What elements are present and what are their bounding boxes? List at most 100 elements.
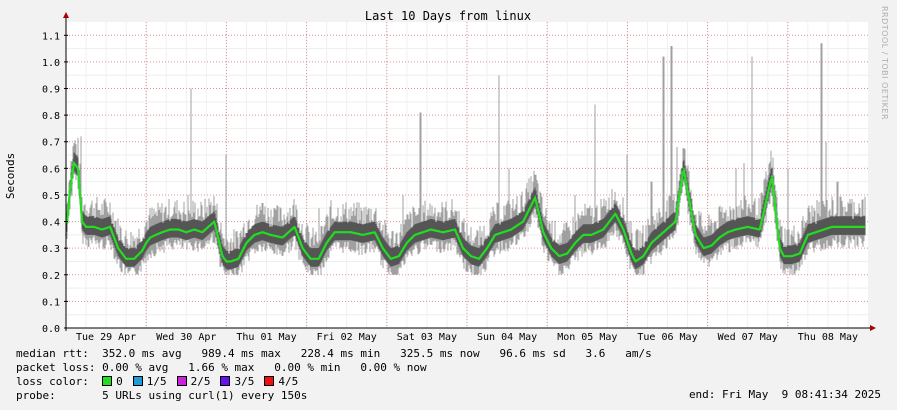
median-rtt-point (814, 231, 817, 234)
median-rtt-point (413, 233, 416, 236)
median-rtt-point (550, 247, 553, 250)
y-tick-label: 0.2 (42, 271, 60, 282)
median-rtt-point (682, 167, 685, 170)
median-rtt-point (333, 231, 336, 234)
loss-color-label-text: 4/5 (278, 375, 299, 388)
median-rtt-point (566, 252, 569, 255)
packet-loss-values: 0.00 % avg 1.66 % max 0.00 % min 0.00 % … (102, 361, 427, 374)
median-rtt-point (169, 228, 172, 231)
loss-color-swatch (264, 376, 275, 386)
loss-color-label: loss color: (16, 375, 89, 388)
median-rtt-point (325, 241, 328, 244)
y-axis-label: Seconds (4, 153, 17, 199)
median-rtt-point (237, 257, 240, 260)
median-rtt-point (161, 231, 164, 234)
y-tick-label: 0.9 (42, 85, 60, 96)
median-rtt-point (574, 241, 577, 244)
x-tick-label: Tue 06 May (637, 332, 697, 343)
median-rtt-point (642, 255, 645, 258)
median-rtt-point (461, 247, 464, 250)
loss-color-item: 1/5 (132, 375, 167, 388)
loss-color-swatch (176, 376, 187, 386)
median-rtt-point (650, 241, 653, 244)
loss-color-item: 2/5 (176, 375, 210, 388)
median-rtt-point (109, 225, 112, 228)
median-rtt-point (405, 241, 408, 244)
median-rtt-point (101, 228, 104, 231)
median-rtt-point (726, 231, 729, 234)
y-tick-label: 1.1 (42, 31, 60, 42)
median-rtt-point (486, 247, 489, 250)
median-rtt-point (154, 233, 157, 236)
packet-loss-label: packet loss: (16, 361, 96, 374)
x-tick-label: Sat 03 May (397, 332, 457, 343)
y-tick-label: 0.3 (42, 244, 60, 255)
probe-row: probe: 5 URLs using curl(1) every 150s (16, 389, 307, 403)
median-rtt-point (630, 252, 633, 255)
median-rtt-point (453, 228, 456, 231)
median-rtt-point (201, 231, 204, 234)
loss-color-swatch (220, 376, 231, 386)
y-tick-label: 0.0 (42, 324, 60, 335)
median-rtt-point (614, 212, 617, 215)
median-rtt-point (838, 225, 841, 228)
median-rtt-point (213, 220, 216, 223)
median-rtt-point (117, 247, 120, 250)
median-rtt-point (193, 228, 196, 231)
median-rtt-point (622, 228, 625, 231)
median-rtt-point (229, 260, 232, 263)
median-rtt-point (261, 231, 264, 234)
median-rtt-label: median rtt: (16, 347, 89, 360)
median-rtt-point (81, 220, 84, 223)
median-rtt-point (710, 244, 713, 247)
median-rtt-point (782, 255, 785, 258)
median-rtt-point (269, 233, 272, 236)
median-rtt-point (141, 249, 144, 252)
median-rtt-point (245, 241, 248, 244)
median-rtt-point (349, 231, 352, 234)
median-rtt-point (778, 247, 781, 250)
median-rtt-values: 352.0 ms avg 989.4 ms max 228.4 ms min 3… (102, 347, 652, 360)
median-rtt-point (542, 231, 545, 234)
probe-label: probe: (16, 389, 56, 402)
median-rtt-point (361, 233, 364, 236)
x-tick-label: Fri 02 May (317, 332, 377, 343)
x-tick-label: Wed 30 Apr (156, 332, 216, 343)
loss-color-item: 3/5 (220, 375, 254, 388)
y-tick-label: 0.4 (42, 218, 60, 229)
loss-color-swatch (102, 376, 113, 386)
median-rtt-point (770, 175, 773, 178)
loss-color-label-text: 0 (116, 375, 123, 388)
median-rtt-point (149, 236, 152, 239)
median-rtt-point (225, 260, 228, 263)
median-rtt-point (77, 167, 80, 170)
median-rtt-point (145, 241, 148, 244)
median-rtt-point (441, 231, 444, 234)
median-rtt-point (177, 228, 180, 231)
median-rtt-point (702, 247, 705, 250)
median-rtt-point (317, 257, 320, 260)
chart-title: Last 10 Days from linux (365, 9, 531, 23)
median-rtt-point (674, 220, 677, 223)
median-rtt-point (85, 225, 88, 228)
x-tick-label: Thu 08 May (798, 332, 858, 343)
median-rtt-point (309, 257, 312, 260)
median-rtt-point (746, 225, 749, 228)
y-tick-label: 0.7 (42, 138, 60, 149)
median-rtt-point (522, 220, 525, 223)
median-rtt-point (373, 231, 376, 234)
median-rtt-point (830, 225, 833, 228)
median-rtt-point (301, 247, 304, 250)
median-rtt-point (293, 225, 296, 228)
packet-loss-row: packet loss: 0.00 % avg 1.66 % max 0.00 … (16, 361, 427, 375)
median-rtt-point (734, 228, 737, 231)
median-rtt-point (429, 228, 432, 231)
median-rtt-point (93, 225, 96, 228)
median-rtt-point (133, 257, 136, 260)
loss-color-item: 0 (102, 375, 123, 388)
median-rtt-point (281, 236, 284, 239)
median-rtt-point (634, 260, 637, 263)
median-rtt-point (602, 228, 605, 231)
median-rtt-point (582, 233, 585, 236)
smokeping-graph: 0.0 0.1 0.2 0.3 0.4 0.5 0.6 0.7 0.8 0.9 1.0 1.1 Tue … (0, 0, 897, 410)
